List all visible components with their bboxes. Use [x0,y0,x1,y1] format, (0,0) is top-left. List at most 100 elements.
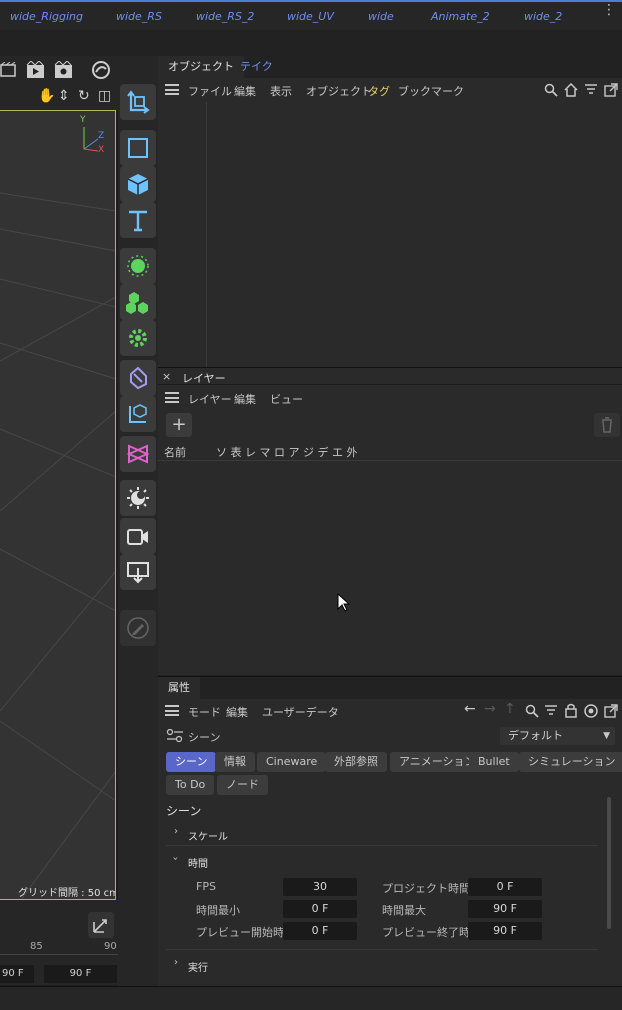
menu-object[interactable]: オブジェクト [306,83,372,99]
menu-tag[interactable]: タグ [368,83,390,99]
maximize-view-icon[interactable]: ◫ [98,88,111,104]
gear-icon [129,329,147,347]
group-time[interactable]: 時間 [188,855,208,870]
palette-light[interactable] [120,480,156,516]
toolbar-strip [0,30,622,56]
chevron-down-time-icon[interactable]: › [170,857,181,861]
layout-tab-wide-uv[interactable]: wide_UV [287,10,334,23]
palette-effector[interactable] [120,320,156,356]
palette-move-tool[interactable] [120,84,156,120]
layer-menu-hamburger-icon[interactable] [165,392,179,403]
chip-cineware[interactable]: Cineware [257,752,327,772]
frame-start-field[interactable]: 90 F [0,965,34,983]
palette-null[interactable] [120,396,156,432]
preset-dropdown[interactable]: デフォルト ▼ [500,727,615,745]
layer-menu-view[interactable]: ビュー [270,391,303,407]
palette-sketch[interactable] [120,610,156,646]
tab-takes[interactable]: テイク [230,56,283,78]
render-view-icon[interactable] [26,61,46,79]
chip-nodes[interactable]: ノード [217,775,268,795]
new-window-icon[interactable] [604,83,618,97]
cubes-icon [126,292,148,314]
redshift-icon[interactable] [90,60,112,80]
lock-icon[interactable] [564,703,578,718]
layer-menu-layer[interactable]: レイヤー [188,391,232,407]
layout-tab-wide-rs-2[interactable]: wide_RS_2 [196,10,254,23]
attr-scrollbar[interactable] [607,797,611,929]
render-region-icon[interactable] [0,62,18,78]
layout-tab-wide-rs[interactable]: wide_RS [116,10,162,23]
chevron-right-icon[interactable]: › [174,826,178,837]
search-icon[interactable] [544,83,558,97]
palette-cube[interactable] [120,166,156,202]
attr-menu-hamburger-icon[interactable] [165,705,179,716]
attr-search-icon[interactable] [525,704,539,718]
layer-title-divider [158,384,622,385]
chip-scene[interactable]: シーン [166,752,217,772]
attr-filter-icon[interactable] [544,704,558,718]
group-exec[interactable]: 実行 [188,959,208,974]
layer-manager: × レイヤー レイヤー 編集 ビュー + 名前 ソ 表 レ マ ロ ア ジ デ … [158,367,622,675]
attr-menu-edit[interactable]: 編集 [226,704,248,720]
tab-attributes[interactable]: 属性 [158,677,200,699]
palette-deformer[interactable] [120,360,156,396]
preview-start-field[interactable]: 0 F [283,922,357,940]
fps-field[interactable]: 30 [283,878,357,896]
close-icon[interactable]: × [162,370,171,383]
target-icon[interactable] [584,704,598,718]
palette-floor[interactable] [120,554,156,590]
project-time-field[interactable]: 0 F [468,878,542,896]
3d-viewport[interactable]: Y Z X グリッド間隔 : 50 cm [0,110,116,900]
palette-polygon-mode[interactable] [120,130,156,166]
grid-spacing-label: グリッド間隔 : 50 cm [18,888,116,899]
chip-todo[interactable]: To Do [166,775,215,795]
rotate-view-icon[interactable]: ↻ [78,88,90,104]
menu-file[interactable]: ファイル [188,83,232,99]
add-layer-button[interactable]: + [166,413,192,437]
chip-bullet[interactable]: Bullet [469,752,519,772]
filter-icon[interactable] [584,83,598,97]
palette-field[interactable] [120,436,156,472]
menu-view[interactable]: 表示 [270,83,292,99]
layout-tab-wide-2[interactable]: wide_2 [524,10,562,23]
layout-tab-animate-2[interactable]: Animate_2 [431,10,490,23]
timeline-toggle-icon[interactable] [88,912,114,938]
chip-simulation[interactable]: シミュレーション [519,752,622,772]
menu-edit[interactable]: 編集 [234,83,256,99]
forward-arrow-icon[interactable]: → [484,701,496,717]
render-settings-icon[interactable] [54,61,74,79]
pan-hand-icon[interactable]: ✋ [38,88,55,104]
preview-end-field[interactable]: 90 F [468,922,542,940]
axis-gizmo-icon [83,127,99,152]
back-arrow-icon[interactable]: ← [464,701,476,717]
frame-end-field[interactable]: 90 F [44,965,117,983]
pencil-icon [127,617,149,639]
chip-info[interactable]: 情報 [215,752,255,772]
move-view-icon[interactable]: ⇕ [58,88,70,104]
trash-icon[interactable] [594,413,620,437]
group-scale[interactable]: スケール [188,828,228,843]
layer-menu-edit[interactable]: 編集 [234,391,256,407]
chip-xref[interactable]: 外部参照 [325,752,387,772]
palette-cloner[interactable] [120,248,156,284]
more-options-icon[interactable]: ⋮ [602,3,616,17]
floor-icon [127,562,149,584]
max-time-field[interactable]: 90 F [468,900,542,918]
attr-new-window-icon[interactable] [604,704,618,718]
min-time-field[interactable]: 0 F [283,900,357,918]
palette-text[interactable] [120,202,156,238]
palette-camera[interactable] [120,518,156,554]
layout-tab-wide-rigging[interactable]: wide_Rigging [10,10,83,23]
palette-fracture[interactable] [120,284,156,320]
chevron-right-exec-icon[interactable]: › [174,957,178,968]
ruler-90: 90 [104,941,117,952]
axis-y-label: Y [80,115,86,125]
attr-menu-userdata[interactable]: ユーザーデータ [262,704,339,720]
layout-tab-wide[interactable]: wide [368,10,394,23]
menu-hamburger-icon[interactable] [165,84,179,95]
ruler-line [0,954,118,955]
home-icon[interactable] [564,83,578,97]
attr-menu-mode[interactable]: モード [188,704,221,720]
up-arrow-icon[interactable]: ↑ [504,701,516,717]
menu-bookmarks[interactable]: ブックマーク [398,83,464,99]
